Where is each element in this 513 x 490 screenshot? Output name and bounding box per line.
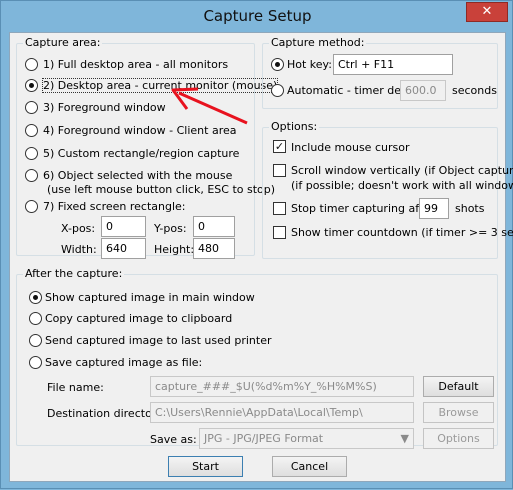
annotation-arrow-icon (171, 87, 248, 125)
arrow-shaft (178, 91, 248, 125)
capture-setup-window: Capture Setup ✕ Capture area: 1) Full de… (0, 0, 513, 489)
